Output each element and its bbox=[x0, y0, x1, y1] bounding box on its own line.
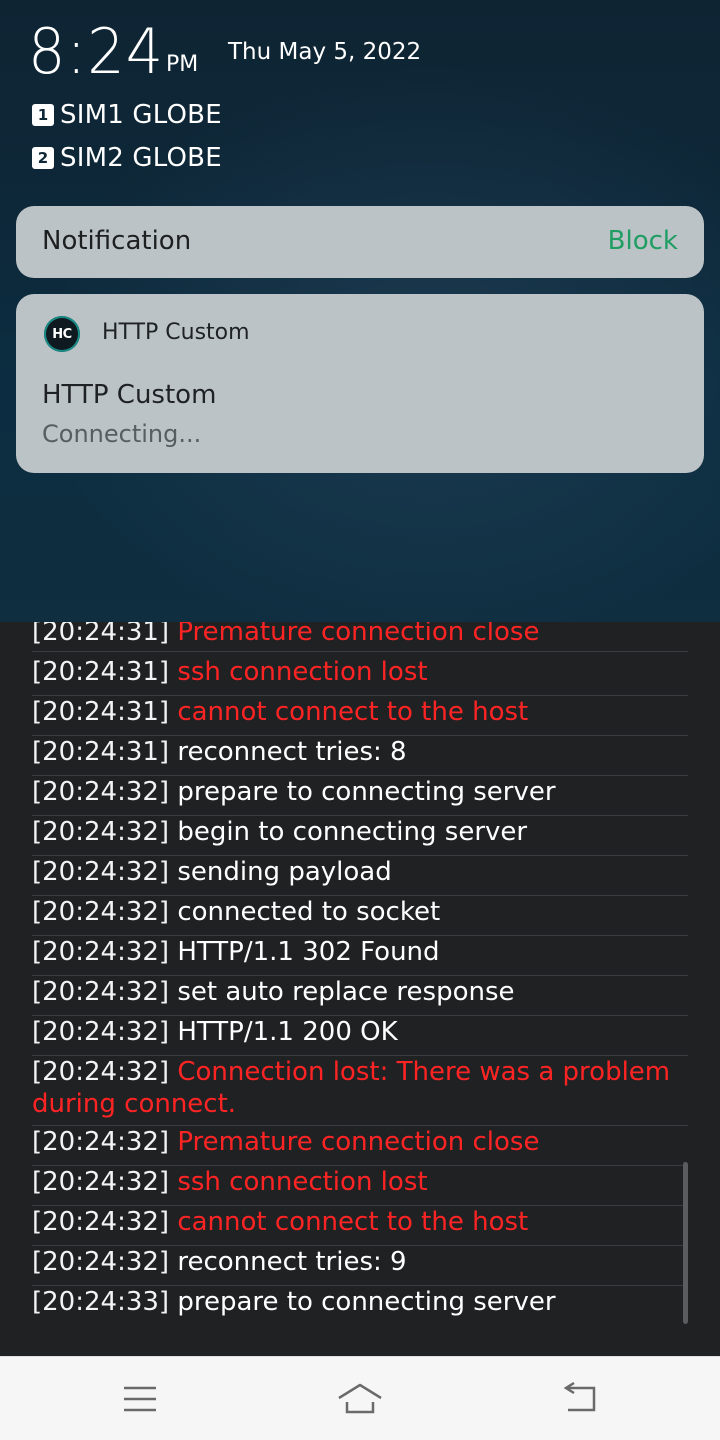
navigation-bar bbox=[0, 1356, 720, 1440]
log-line: [20:24:31] Premature connection close bbox=[32, 622, 688, 652]
log-line: [20:24:32] cannot connect to the host bbox=[32, 1206, 688, 1246]
recent-apps-button[interactable] bbox=[116, 1377, 164, 1421]
notification-text: Connecting... bbox=[42, 420, 202, 448]
connection-log[interactable]: [20:24:31] Premature connection close [2… bbox=[0, 622, 720, 1356]
log-line: [20:24:32] prepare to connecting server bbox=[32, 776, 688, 816]
sim1-label: SIM1 GLOBE bbox=[60, 100, 222, 130]
log-line: [20:24:32] sending payload bbox=[32, 856, 688, 896]
log-line: [20:24:33] prepare to connecting server bbox=[32, 1287, 556, 1317]
log-line: [20:24:32] HTTP/1.1 302 Found bbox=[32, 936, 688, 976]
log-line: [20:24:31] ssh connection lost bbox=[32, 656, 688, 696]
home-icon bbox=[338, 1383, 382, 1414]
clock-date: Thu May 5, 2022 bbox=[228, 39, 422, 65]
notification-title: HTTP Custom bbox=[42, 380, 217, 410]
back-icon bbox=[563, 1382, 596, 1412]
sim1-icon: 1 bbox=[32, 104, 54, 126]
sim1-row: 1 SIM1 GLOBE bbox=[32, 100, 222, 130]
log-line: [20:24:32] Connection lost: There was a … bbox=[32, 1056, 688, 1126]
clock-ampm: PM bbox=[166, 52, 199, 77]
menu-icon bbox=[124, 1386, 156, 1412]
log-line: [20:24:32] ssh connection lost bbox=[32, 1166, 688, 1206]
app-icon: HC bbox=[44, 316, 80, 352]
notification-shade: 8:24 PM Thu May 5, 2022 1 SIM1 GLOBE 2 S… bbox=[0, 0, 720, 632]
log-line: [20:24:31] cannot connect to the host bbox=[32, 696, 688, 736]
log-line: [20:24:31] reconnect tries: 8 bbox=[32, 736, 688, 776]
sim2-icon: 2 bbox=[32, 147, 54, 169]
sim2-row: 2 SIM2 GLOBE bbox=[32, 143, 222, 173]
notification-card[interactable]: HC HTTP Custom HTTP Custom Connecting... bbox=[16, 294, 704, 473]
back-button[interactable] bbox=[556, 1377, 604, 1421]
log-scrollbar[interactable] bbox=[683, 1162, 688, 1324]
sim2-label: SIM2 GLOBE bbox=[60, 143, 222, 173]
notification-header-title: Notification bbox=[42, 226, 192, 256]
app-icon-label: HC bbox=[52, 326, 72, 342]
block-button[interactable]: Block bbox=[608, 226, 678, 256]
clock-time: 8:24 bbox=[28, 15, 165, 88]
log-line: [20:24:32] begin to connecting server bbox=[32, 816, 688, 856]
home-button[interactable] bbox=[336, 1377, 384, 1421]
notification-header: Notification Block bbox=[16, 206, 704, 278]
log-line: [20:24:32] HTTP/1.1 200 OK bbox=[32, 1016, 688, 1056]
log-line: [20:24:32] Premature connection close bbox=[32, 1126, 688, 1166]
log-line: [20:24:32] reconnect tries: 9 bbox=[32, 1246, 688, 1286]
log-line: [20:24:32] set auto replace response bbox=[32, 976, 688, 1016]
log-line: [20:24:32] connected to socket bbox=[32, 896, 688, 936]
notification-app-name: HTTP Custom bbox=[102, 320, 250, 345]
